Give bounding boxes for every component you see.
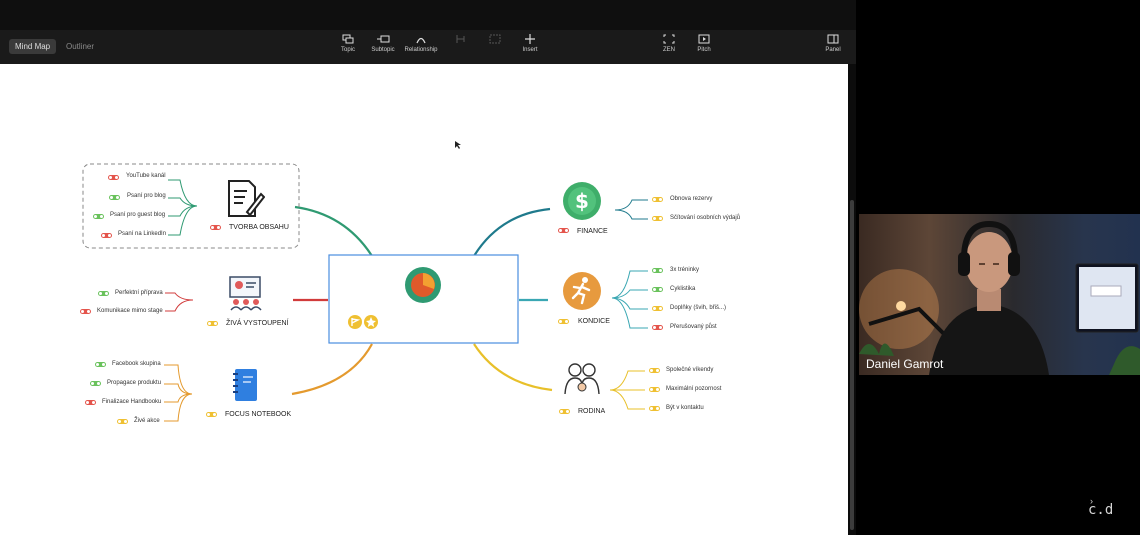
priority-marker bbox=[108, 175, 119, 180]
pie-chart-icon bbox=[405, 267, 441, 303]
subtopic-label[interactable]: Maximální pozornost bbox=[666, 385, 721, 393]
priority-marker bbox=[85, 400, 96, 405]
priority-marker bbox=[559, 409, 570, 414]
branch-title[interactable]: FOCUS NOTEBOOK bbox=[225, 410, 291, 419]
running-icon bbox=[563, 272, 601, 310]
subtopic-label[interactable]: Facebook skupina bbox=[112, 360, 161, 368]
subtopic-label[interactable]: Propagace produktu bbox=[107, 379, 161, 387]
play-screen-icon bbox=[698, 34, 710, 44]
priority-marker bbox=[652, 197, 663, 202]
branch-title[interactable]: RODINA bbox=[578, 407, 605, 416]
subtopic-label[interactable]: Doplňky (švih, břiš...) bbox=[670, 304, 726, 312]
priority-marker bbox=[652, 325, 663, 330]
webcam-feed: Daniel Gamrot bbox=[859, 214, 1140, 375]
subtopic-label[interactable]: Perfektní příprava bbox=[115, 289, 163, 297]
priority-marker bbox=[652, 216, 663, 221]
priority-marker bbox=[93, 214, 104, 219]
priority-marker bbox=[207, 321, 218, 326]
relationship-icon bbox=[416, 37, 426, 44]
subtopic-label[interactable]: Komunikace mimo stage bbox=[97, 307, 163, 315]
app-toolbar: Mind Map Outliner Topic Subtopic Relatio… bbox=[0, 30, 856, 64]
subtopic-icon bbox=[377, 35, 390, 43]
task-markers-icon bbox=[348, 315, 378, 329]
priority-marker bbox=[90, 381, 101, 386]
subtopic-label[interactable]: 3x tréninky bbox=[670, 266, 699, 274]
priority-marker bbox=[558, 228, 569, 233]
boundary-button[interactable] bbox=[475, 34, 515, 47]
priority-marker bbox=[652, 268, 663, 273]
priority-marker bbox=[652, 306, 663, 311]
subtopic-label[interactable]: Cyklistika bbox=[670, 285, 695, 293]
boundary-icon bbox=[489, 34, 501, 44]
document-pen-icon bbox=[228, 180, 265, 217]
tab-outliner[interactable]: Outliner bbox=[60, 39, 100, 54]
subtopic-label[interactable]: Psaní na LinkedIn bbox=[118, 230, 166, 238]
subtopic-label[interactable]: YouTube kanál bbox=[126, 172, 166, 180]
subtopic-label[interactable]: Být v kontaktu bbox=[666, 404, 704, 412]
priority-marker bbox=[109, 195, 120, 200]
subtopic-label[interactable]: Finalizace Handbooku bbox=[102, 398, 161, 406]
priority-marker bbox=[95, 362, 106, 367]
subtopic-label[interactable]: Přerušovaný půst bbox=[670, 323, 717, 331]
branch-title[interactable]: KONDICE bbox=[578, 317, 610, 326]
mouse-cursor-icon bbox=[455, 141, 461, 149]
participant-name: Daniel Gamrot bbox=[866, 357, 944, 371]
channel-logo: c.d bbox=[1088, 502, 1114, 518]
priority-marker bbox=[206, 412, 217, 417]
subtopic-label[interactable]: Živé akce bbox=[134, 417, 160, 425]
summary-icon bbox=[456, 35, 465, 43]
mind-map-canvas[interactable]: TVORBA OBSAHU YouTube kanál Psaní pro bl… bbox=[0, 64, 848, 535]
subtopic-label[interactable]: Společné víkendy bbox=[666, 366, 713, 374]
priority-marker bbox=[649, 406, 660, 411]
fullscreen-icon bbox=[663, 34, 675, 44]
tab-mind-map[interactable]: Mind Map bbox=[9, 39, 57, 54]
priority-marker bbox=[210, 225, 221, 230]
insert-button[interactable]: Insert bbox=[510, 34, 550, 53]
topic-icon bbox=[342, 34, 354, 44]
summary-button[interactable] bbox=[440, 34, 480, 47]
branch-title[interactable]: TVORBA OBSAHU bbox=[229, 223, 289, 232]
subtopic-button[interactable]: Subtopic bbox=[363, 34, 403, 53]
scrollbar-thumb[interactable] bbox=[850, 200, 854, 530]
priority-marker bbox=[649, 368, 660, 373]
subtopic-label[interactable]: Psaní pro guest blog bbox=[110, 211, 165, 219]
presentation-board-icon bbox=[229, 276, 262, 311]
window-top-bar bbox=[0, 0, 856, 30]
panel-icon bbox=[827, 34, 839, 44]
dollar-icon: $ bbox=[563, 182, 601, 220]
plus-icon bbox=[525, 34, 535, 44]
branch-title[interactable]: FINANCE bbox=[577, 227, 608, 236]
priority-marker bbox=[649, 387, 660, 392]
subtopic-label[interactable]: Obnova rezervy bbox=[670, 195, 712, 203]
priority-marker bbox=[80, 309, 91, 314]
relationship-button[interactable]: Relationship bbox=[401, 34, 441, 53]
priority-marker bbox=[652, 287, 663, 292]
branch-title[interactable]: ŽIVÁ VYSTOUPENÍ bbox=[226, 319, 289, 328]
notebook-icon bbox=[233, 369, 257, 401]
subtopic-label[interactable]: Psaní pro blog bbox=[127, 192, 166, 200]
family-icon bbox=[564, 363, 600, 395]
svg-text:$: $ bbox=[575, 189, 589, 213]
subtopic-label[interactable]: Sčítování osobních výdajů bbox=[670, 214, 740, 222]
priority-marker bbox=[558, 319, 569, 324]
zen-button[interactable]: ZEN bbox=[649, 34, 689, 53]
topic-button[interactable]: Topic bbox=[328, 34, 368, 53]
priority-marker bbox=[98, 291, 109, 296]
pitch-button[interactable]: Pitch bbox=[684, 34, 724, 53]
priority-marker bbox=[101, 233, 112, 238]
webcam-scene bbox=[859, 220, 1140, 375]
panel-button[interactable]: Panel bbox=[813, 34, 853, 53]
priority-marker bbox=[117, 419, 128, 424]
